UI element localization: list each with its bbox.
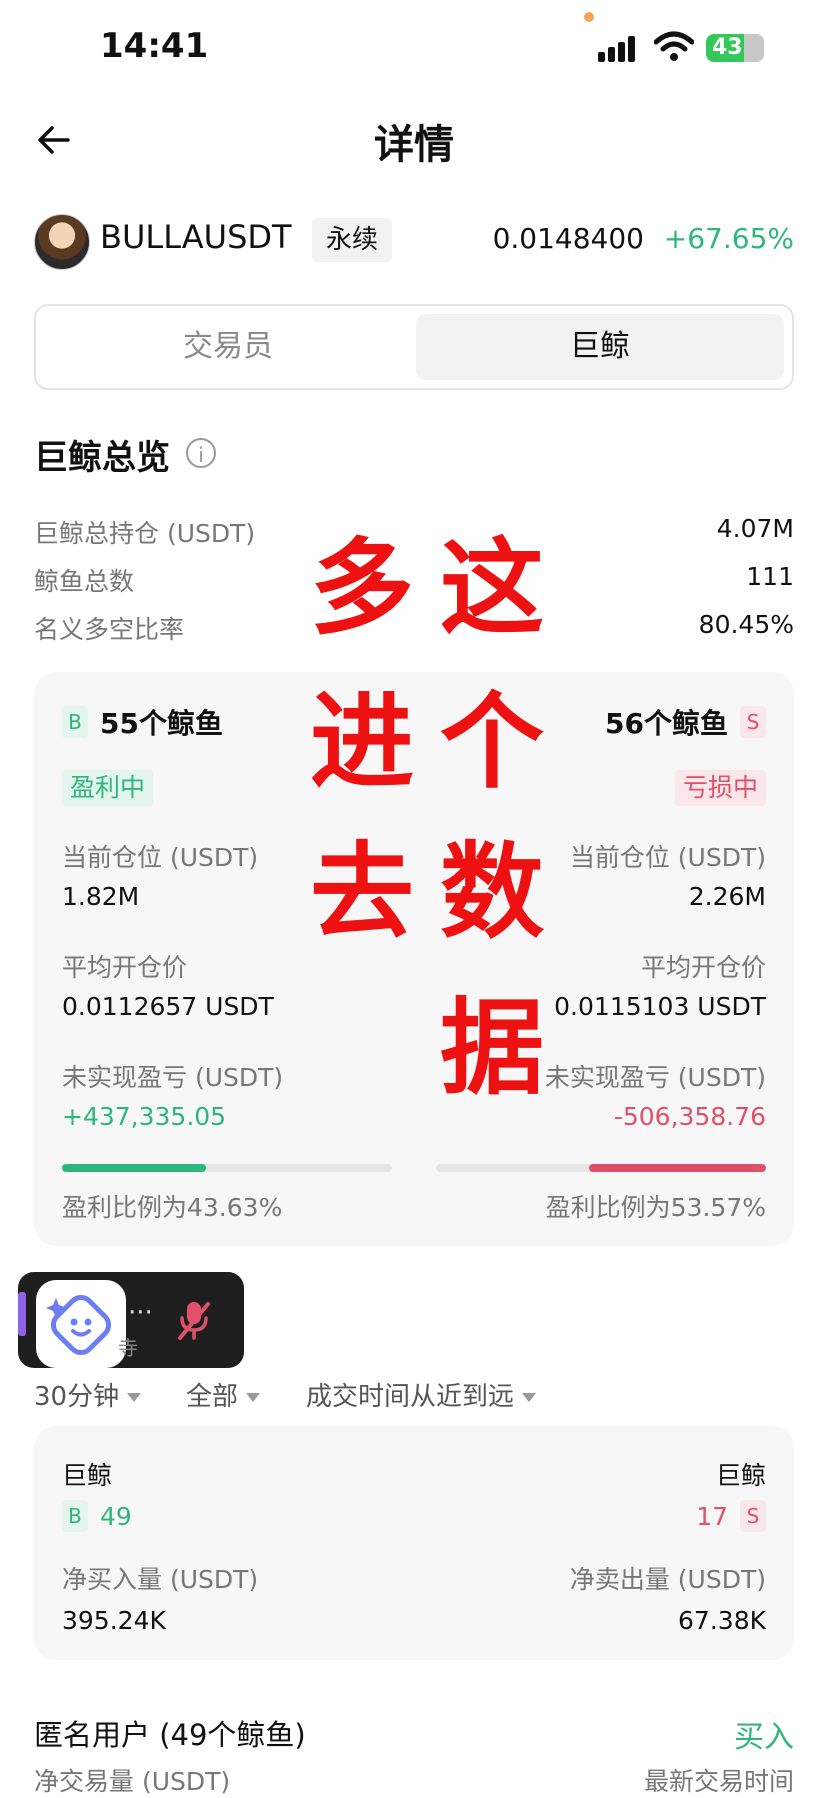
short-profit-bar <box>436 1164 766 1172</box>
caret-down-icon <box>127 1393 142 1402</box>
short-entry-label: 平均开仓价 <box>640 953 766 982</box>
profit-status-badge: 盈利中 <box>62 770 154 806</box>
overview-value: 80.45% <box>698 610 794 639</box>
anon-users-title: 匿名用户 (49个鲸鱼) <box>34 1718 306 1752</box>
overlay-char: 多 <box>310 527 415 649</box>
long-profit-bar-fill <box>62 1164 206 1172</box>
short-whale-count: 56个鲸鱼 <box>605 707 728 740</box>
battery-indicator: 43 <box>706 34 764 62</box>
page-title: 详情 <box>374 122 454 168</box>
floating-widget-handle[interactable] <box>18 1292 26 1336</box>
long-pnl-label: 未实现盈亏 (USDT) <box>62 1063 284 1092</box>
filter-interval-label: 30分钟 <box>34 1382 120 1412</box>
sell-badge: S <box>740 1500 766 1532</box>
overview-label: 巨鲸总持仓 (USDT) <box>34 519 256 548</box>
long-ratio-text: 盈利比例为43.63% <box>62 1193 283 1222</box>
overview-value: 111 <box>746 562 794 591</box>
overlay-char: 进 <box>310 681 415 803</box>
loss-status-badge: 亏损中 <box>674 770 766 806</box>
wifi-icon <box>654 31 694 61</box>
buy-badge: B <box>62 1500 88 1532</box>
filter-interval[interactable]: 30分钟 <box>34 1376 142 1413</box>
info-icon[interactable]: i <box>186 438 216 468</box>
net-sell-label: 净卖出量 (USDT) <box>569 1565 766 1594</box>
buy-badge: B <box>62 706 88 738</box>
net-buy-value: 395.24K <box>62 1606 166 1635</box>
privacy-indicator-dot <box>584 12 594 22</box>
short-position-value: 2.26M <box>688 882 766 911</box>
cellular-signal-icon <box>598 34 642 62</box>
tab-whales[interactable]: 巨鲸 <box>416 314 784 380</box>
net-buy-label: 净买入量 (USDT) <box>62 1565 259 1594</box>
floating-widget-sub: 寺 <box>118 1336 138 1360</box>
floating-widget-more[interactable]: ··· <box>128 1298 153 1328</box>
buy-action-link[interactable]: 买入 <box>734 1712 794 1756</box>
flow-sell-count: 17 <box>696 1502 728 1531</box>
filter-sort-label: 成交时间从近到远 <box>306 1382 515 1412</box>
mic-off-icon[interactable] <box>174 1298 214 1342</box>
ticker-symbol: BULLAUSDT <box>100 218 292 256</box>
tab-traders[interactable]: 交易员 <box>44 314 412 380</box>
filter-sort[interactable]: 成交时间从近到远 <box>306 1376 537 1413</box>
overview-label: 名义多空比率 <box>34 615 185 644</box>
overview-label: 鲸鱼总数 <box>34 567 135 596</box>
flow-left-title: 巨鲸 <box>62 1461 113 1490</box>
short-position-label: 当前仓位 (USDT) <box>569 843 766 872</box>
overlay-char: 数 <box>440 831 545 953</box>
overlay-char: 去 <box>310 831 415 953</box>
contract-type-badge: 永续 <box>312 218 393 262</box>
overlay-char: 个 <box>440 681 545 803</box>
short-ratio-text: 盈利比例为53.57% <box>545 1193 766 1222</box>
battery-level: 43 <box>712 35 743 60</box>
caret-down-icon <box>246 1393 261 1402</box>
long-position-label: 当前仓位 (USDT) <box>62 843 259 872</box>
segmented-tabs: 交易员 巨鲸 <box>34 304 794 390</box>
long-pnl-value: +437,335.05 <box>62 1102 227 1131</box>
sell-badge: S <box>740 706 766 738</box>
short-entry-value: 0.0115103 USDT <box>554 992 766 1021</box>
overlay-char: 这 <box>440 527 545 649</box>
short-pnl-label: 未实现盈亏 (USDT) <box>544 1063 766 1092</box>
short-profit-bar-fill <box>589 1164 766 1172</box>
long-position-value: 1.82M <box>62 882 140 911</box>
assistant-app-icon[interactable] <box>36 1280 126 1368</box>
long-whale-count: 55个鲸鱼 <box>100 707 223 740</box>
caret-down-icon <box>522 1393 537 1402</box>
overlay-char: 据 <box>440 987 545 1109</box>
filter-type[interactable]: 全部 <box>186 1376 261 1413</box>
avatar <box>34 214 90 270</box>
assistant-face-icon <box>46 1294 112 1356</box>
long-profit-bar <box>62 1164 392 1172</box>
ticker-price: 0.0148400 <box>492 222 644 255</box>
status-time: 14:41 <box>100 26 209 66</box>
ticker-change: +67.65% <box>663 222 794 255</box>
flow-right-title: 巨鲸 <box>715 1461 766 1490</box>
net-sell-value: 67.38K <box>678 1606 766 1635</box>
section-title: 巨鲸总览 <box>34 438 170 478</box>
flow-buy-count: 49 <box>100 1502 132 1531</box>
long-entry-label: 平均开仓价 <box>62 953 188 982</box>
short-pnl-value: -506,358.76 <box>613 1102 766 1131</box>
overview-value: 4.07M <box>716 514 794 543</box>
filter-type-label: 全部 <box>186 1382 239 1412</box>
long-entry-value: 0.0112657 USDT <box>62 992 274 1021</box>
